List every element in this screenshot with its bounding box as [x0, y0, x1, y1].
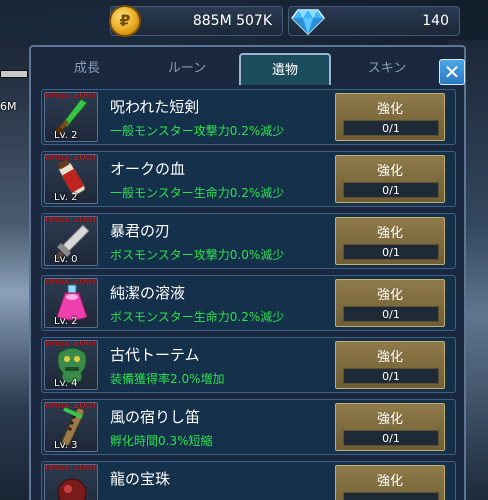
upgrade-progress: 0/1 — [343, 368, 439, 384]
relic-row: (Max:200) Lv. 0 暴君の刃 ボスモンスター攻撃力0.0%減少 強化… — [41, 213, 456, 269]
tab-runes[interactable]: ルーン — [137, 53, 237, 85]
close-button[interactable]: ✕ — [439, 59, 465, 85]
relic-effect: 一般モンスター攻撃力0.2%減少 — [110, 124, 285, 138]
tab-relics[interactable]: 遺物 — [239, 53, 331, 85]
upgrade-button[interactable]: 強化 0/1 — [335, 217, 445, 265]
relic-icon-frame[interactable]: (Max:200) — [44, 464, 98, 500]
upgrade-label: 強化 — [376, 412, 403, 427]
upgrade-count: 0/1 — [382, 184, 400, 197]
max-level-label: (Max:200) — [45, 92, 96, 101]
upgrade-button[interactable]: 強化 0/1 — [335, 155, 445, 203]
upgrade-label: 強化 — [376, 474, 403, 489]
upgrade-button[interactable]: 強化 0/1 — [335, 341, 445, 389]
upgrade-button[interactable]: 強化 0/1 — [335, 279, 445, 327]
relic-effect: 孵化時間0.3%短縮 — [110, 434, 213, 448]
max-level-label: (Max:200) — [45, 154, 96, 163]
upgrade-label: 強化 — [376, 350, 403, 365]
upgrade-progress — [343, 492, 439, 500]
tab-growth[interactable]: 成長 — [37, 53, 137, 85]
upgrade-button[interactable]: 強化 — [335, 465, 445, 500]
level-label: Lv. 4 — [54, 378, 78, 389]
level-label: Lv. 3 — [54, 440, 78, 451]
level-label: Lv. 2 — [54, 316, 78, 327]
relic-effect: 一般モンスター生命力0.2%減少 — [110, 186, 285, 200]
relic-icon-frame[interactable]: (Max:200) Lv. 3 — [44, 402, 98, 452]
max-level-label: (Max:200) — [45, 402, 96, 411]
relic-effect: ボスモンスター生命力0.2%減少 — [110, 310, 285, 324]
upgrade-progress: 0/1 — [343, 182, 439, 198]
max-level-label: (Max:200) — [45, 464, 96, 473]
relic-effect: 装備獲得率2.0%増加 — [110, 372, 225, 386]
relic-name: オークの血 — [110, 160, 186, 178]
upgrade-progress: 0/1 — [343, 120, 439, 136]
level-label: Lv. 2 — [54, 192, 78, 203]
max-level-label: (Max:200) — [45, 216, 96, 225]
relic-name: 呪われた短剣 — [110, 98, 200, 116]
tab-skins[interactable]: スキン — [337, 53, 437, 85]
relic-row: (Max:200) Lv. 4 古代トーテム 装備獲得率2.0%増加 強化 0/… — [41, 337, 456, 393]
level-label: Lv. 0 — [54, 254, 78, 265]
upgrade-progress: 0/1 — [343, 430, 439, 446]
upgrade-label: 強化 — [376, 102, 403, 117]
relic-icon-frame[interactable]: (Max:200) Lv. 2 — [44, 278, 98, 328]
diamond-icon — [291, 9, 325, 35]
relic-name: 純潔の溶液 — [110, 284, 186, 302]
relic-name: 風の宿りし笛 — [110, 408, 201, 426]
upgrade-count: 0/1 — [382, 432, 400, 445]
relic-panel: 成長 ルーン 遺物 スキン ✕ (Max:200) Lv. 2 呪われた短剣 一… — [29, 45, 466, 500]
relic-icon-frame[interactable]: (Max:200) Lv. 4 — [44, 340, 98, 390]
upgrade-count: 0/1 — [382, 308, 400, 321]
background-hp-bar — [0, 70, 28, 78]
relic-icon-frame[interactable]: (Max:200) Lv. 2 — [44, 154, 98, 204]
background-label: 6M — [0, 100, 17, 113]
upgrade-button[interactable]: 強化 0/1 — [335, 403, 445, 451]
relic-row: (Max:200) Lv. 2 オークの血 一般モンスター生命力0.2%減少 強… — [41, 151, 456, 207]
relic-row: (Max:200) Lv. 3 風の宿りし笛 孵化時間0.3%短縮 強化 0/1 — [41, 399, 456, 455]
upgrade-progress: 0/1 — [343, 306, 439, 322]
relic-icon-frame[interactable]: (Max:200) Lv. 0 — [44, 216, 98, 266]
max-level-label: (Max:200) — [45, 340, 96, 349]
relic-name: 古代トーテム — [110, 346, 200, 364]
gem-amount: 140 — [422, 13, 449, 29]
relic-name: 龍の宝珠 — [110, 470, 171, 488]
upgrade-label: 強化 — [376, 288, 403, 303]
relic-row: (Max:200) Lv. 2 純潔の溶液 ボスモンスター生命力0.2%減少 強… — [41, 275, 456, 331]
relic-icon-frame[interactable]: (Max:200) Lv. 2 — [44, 92, 98, 142]
gold-coin-icon: ₽ — [109, 5, 141, 37]
max-level-label: (Max:200) — [45, 278, 96, 287]
upgrade-progress: 0/1 — [343, 244, 439, 260]
gold-amount: 885M 507K — [192, 13, 272, 29]
relic-name: 暴君の刃 — [110, 222, 171, 240]
upgrade-count: 0/1 — [382, 122, 400, 135]
gem-display: 140 — [288, 6, 460, 36]
relic-effect: ボスモンスター攻撃力0.0%減少 — [110, 248, 285, 262]
level-label: Lv. 2 — [54, 130, 78, 141]
tab-bar: 成長 ルーン 遺物 スキン ✕ — [37, 53, 465, 85]
upgrade-label: 強化 — [376, 226, 403, 241]
upgrade-count: 0/1 — [382, 370, 400, 383]
relic-row: (Max:200) Lv. 2 呪われた短剣 一般モンスター攻撃力0.2%減少 … — [41, 89, 456, 145]
relic-row: (Max:200) 龍の宝珠 強化 — [41, 461, 456, 500]
gold-display: ₽ 885M 507K — [109, 5, 283, 37]
upgrade-label: 強化 — [376, 164, 403, 179]
upgrade-button[interactable]: 強化 0/1 — [335, 93, 445, 141]
upgrade-count: 0/1 — [382, 246, 400, 259]
